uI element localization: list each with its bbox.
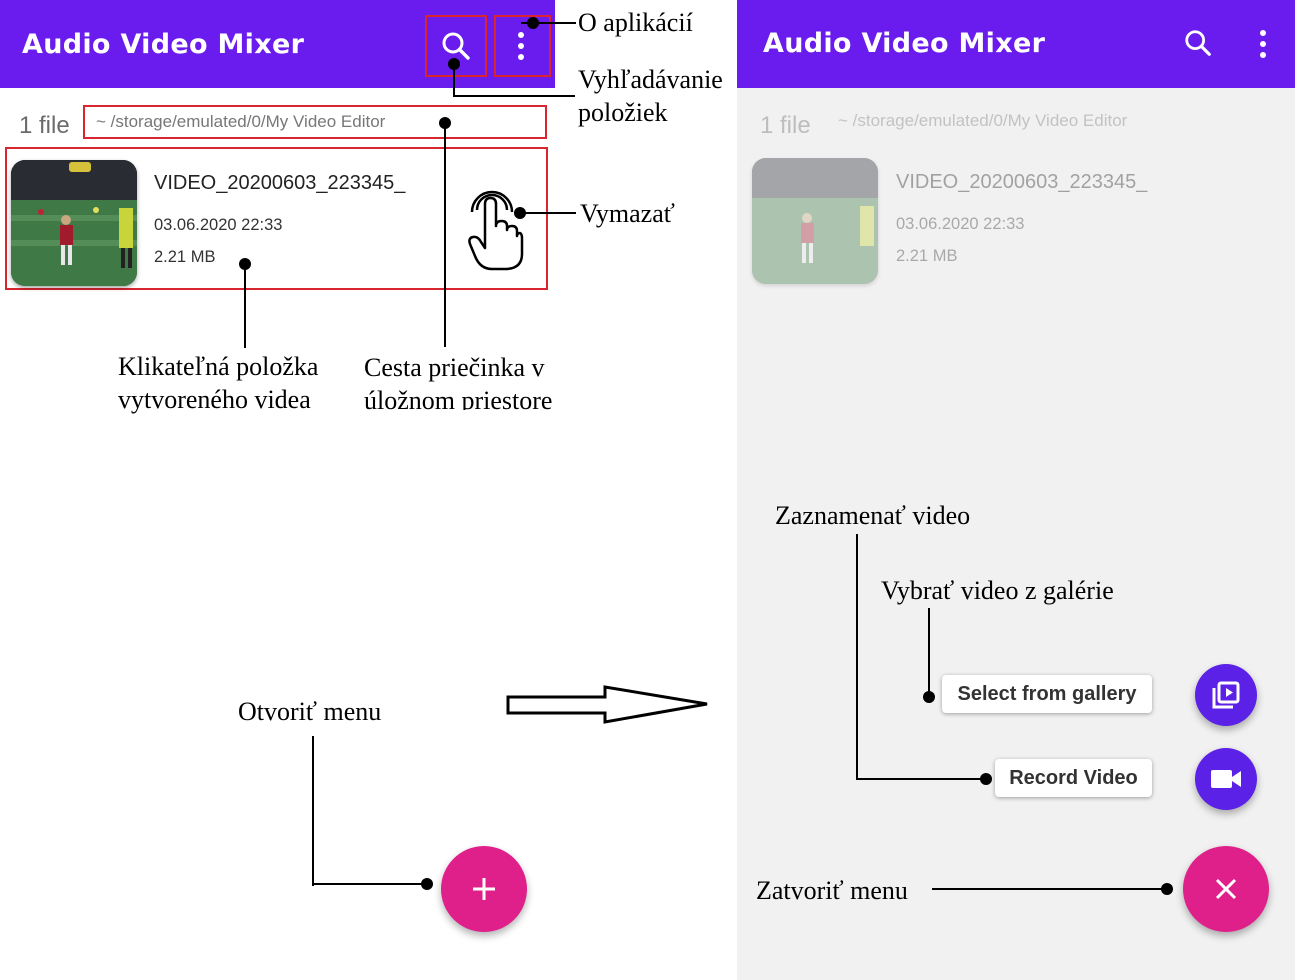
menu-highlight-box — [494, 15, 551, 77]
close-menu-leader-dot — [1161, 883, 1173, 895]
annotation-path-2-clip: úložnom priestore — [364, 384, 574, 410]
video-name: VIDEO_20200603_223345_ — [154, 172, 406, 194]
path-leader-line — [444, 123, 446, 347]
open-menu-fab[interactable] — [441, 846, 527, 932]
annotation-about: O aplikácií — [578, 8, 693, 37]
search-leader-line-h — [453, 95, 575, 97]
video-name-right: VIDEO_20200603_223345_ — [896, 171, 1148, 193]
select-from-gallery-button[interactable]: Select from gallery — [942, 675, 1152, 713]
folder-path: ~ /storage/emulated/0/My Video Editor — [96, 112, 386, 131]
item-leader-line — [244, 264, 246, 348]
close-menu-leader-line — [932, 888, 1168, 890]
annotation-pick-gallery: Vybrať video z galérie — [881, 576, 1114, 605]
record-leader-line-v — [856, 534, 858, 780]
add-icon — [473, 878, 495, 900]
annotation-close-menu: Zatvoriť menu — [756, 876, 908, 905]
file-count: 1 file — [19, 112, 70, 139]
annotation-search-1: Vyhľadávanie — [578, 65, 723, 94]
gallery-icon — [1212, 681, 1240, 709]
gallery-leader-line — [928, 608, 930, 696]
video-thumbnail — [11, 160, 137, 286]
gallery-leader-dot — [923, 691, 935, 703]
right-arrow-icon — [506, 685, 708, 724]
right-app-bar: Audio Video Mixer — [737, 0, 1295, 88]
annotation-item-2: vytvoreného videa — [118, 385, 311, 414]
close-icon — [1215, 878, 1237, 900]
folder-path-right: ~ /storage/emulated/0/My Video Editor — [838, 111, 1128, 130]
delete-leader-dot — [514, 207, 526, 219]
open-menu-leader-line-h — [312, 883, 428, 885]
videocam-icon — [1211, 770, 1241, 788]
file-count-right: 1 file — [760, 112, 811, 139]
about-leader-dot — [527, 17, 539, 29]
annotation-open-menu: Otvoriť menu — [238, 697, 382, 726]
record-video-fab[interactable] — [1195, 748, 1257, 810]
video-size: 2.21 MB — [154, 248, 216, 266]
record-video-button[interactable]: Record Video — [995, 759, 1152, 797]
path-leader-dot — [439, 117, 451, 129]
annotation-item-1: Klikateľná položka — [118, 352, 319, 381]
annotation-path-1: Cesta priečinka v — [364, 353, 545, 382]
open-menu-leader-dot — [421, 878, 433, 890]
gallery-fab[interactable] — [1195, 664, 1257, 726]
search-icon[interactable] — [1183, 28, 1213, 58]
video-size-right: 2.21 MB — [896, 247, 958, 265]
open-menu-leader-line-v — [312, 736, 314, 886]
app-title: Audio Video Mixer — [22, 29, 305, 60]
record-leader-dot — [980, 773, 992, 785]
item-leader-dot — [239, 258, 251, 270]
right-screen-background — [737, 0, 1295, 980]
annotation-delete: Vymazať — [580, 199, 675, 228]
video-thumbnail-right — [752, 158, 878, 284]
annotation-path-2: úložnom priestore — [364, 386, 553, 410]
more-vert-icon[interactable] — [1256, 29, 1270, 59]
search-leader-dot — [448, 58, 460, 70]
annotation-search-2: položiek — [578, 98, 668, 127]
video-date-right: 03.06.2020 22:33 — [896, 215, 1025, 233]
touch-gesture-icon — [468, 190, 524, 271]
close-menu-fab[interactable] — [1183, 846, 1269, 932]
app-title-right: Audio Video Mixer — [763, 28, 1046, 59]
record-leader-line-h — [856, 778, 986, 780]
annotation-record-video: Zaznamenať video — [775, 501, 971, 530]
video-date: 03.06.2020 22:33 — [154, 216, 283, 234]
